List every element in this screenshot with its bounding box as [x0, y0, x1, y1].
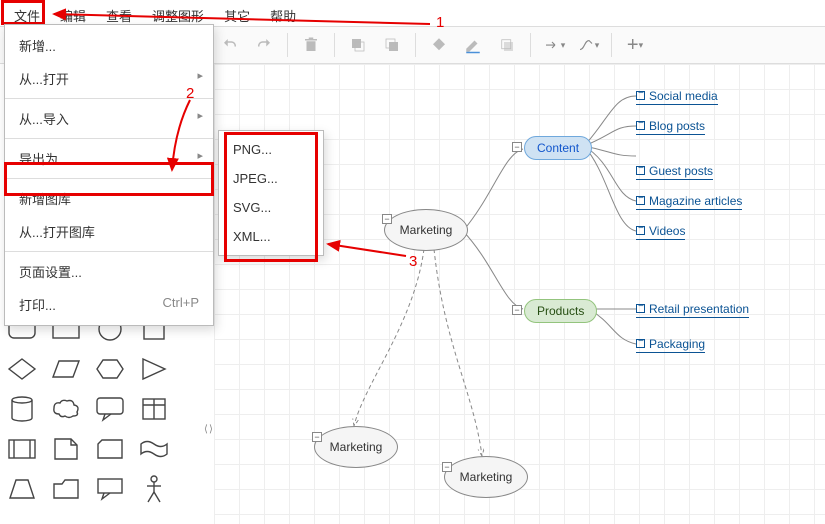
tofront-icon[interactable]: [344, 31, 372, 59]
collapse-icon[interactable]: −: [512, 142, 522, 152]
collapse-icon[interactable]: −: [312, 432, 322, 442]
menu-other[interactable]: 其它: [218, 4, 256, 22]
shape-diamond[interactable]: [3, 352, 41, 386]
shapes-panel: [3, 312, 183, 512]
shape-table[interactable]: [135, 392, 173, 426]
export-xml[interactable]: XML...: [219, 222, 323, 251]
pencil-icon[interactable]: [459, 31, 487, 59]
export-jpeg[interactable]: JPEG...: [219, 164, 323, 193]
fill-icon[interactable]: [425, 31, 453, 59]
menu-print[interactable]: 打印...Ctrl+P: [5, 288, 213, 321]
collapse-icon[interactable]: −: [382, 214, 392, 224]
node-marketing-child1[interactable]: Marketing: [314, 426, 398, 468]
print-shortcut: Ctrl+P: [163, 295, 199, 310]
menu-open-library[interactable]: 从...打开图库: [5, 215, 213, 248]
export-png[interactable]: PNG...: [219, 135, 323, 164]
toback-icon[interactable]: [378, 31, 406, 59]
menu-file[interactable]: 文件: [8, 4, 46, 22]
node-products[interactable]: Products: [524, 299, 597, 323]
connector-icon[interactable]: ▾: [540, 31, 568, 59]
menu-adjust[interactable]: 调整图形: [146, 4, 210, 22]
leaf-retail-presentation[interactable]: Retail presentation: [636, 302, 749, 318]
menu-view[interactable]: 查看: [100, 4, 138, 22]
menu-page-setup[interactable]: 页面设置...: [5, 255, 213, 288]
shape-parallelogram[interactable]: [47, 352, 85, 386]
shape-speech[interactable]: [91, 472, 129, 506]
node-content[interactable]: Content: [524, 136, 592, 160]
waypoint-icon[interactable]: ▾: [574, 31, 602, 59]
export-submenu: PNG... JPEG... SVG... XML...: [218, 130, 324, 256]
node-marketing-child2[interactable]: Marketing: [444, 456, 528, 498]
shape-tape[interactable]: [135, 432, 173, 466]
shape-trapezoid[interactable]: [3, 472, 41, 506]
node-marketing-root[interactable]: Marketing: [384, 209, 468, 251]
menubar: 文件 编辑 查看 调整图形 其它 帮助: [4, 2, 306, 24]
collapse-icon[interactable]: −: [512, 305, 522, 315]
leaf-packaging[interactable]: Packaging: [636, 337, 705, 353]
shape-actor[interactable]: [135, 472, 173, 506]
file-menu-dropdown: 新增... 从...打开 从...导入 导出为 新增图库 从...打开图库 页面…: [4, 24, 214, 326]
menu-new-library[interactable]: 新增图库: [5, 182, 213, 215]
shape-note[interactable]: [47, 432, 85, 466]
shape-folder[interactable]: [47, 472, 85, 506]
menu-export-as[interactable]: 导出为: [5, 142, 213, 175]
redo-icon[interactable]: [250, 31, 278, 59]
shape-hexagon[interactable]: [91, 352, 129, 386]
panel-splitter[interactable]: [205, 420, 213, 444]
shadow-icon[interactable]: [493, 31, 521, 59]
leaf-guest-posts[interactable]: Guest posts: [636, 164, 713, 180]
menu-help[interactable]: 帮助: [264, 4, 302, 22]
menu-import-from[interactable]: 从...导入: [5, 102, 213, 135]
collapse-icon[interactable]: −: [442, 462, 452, 472]
menu-open-from[interactable]: 从...打开: [5, 62, 213, 95]
menu-edit[interactable]: 编辑: [54, 4, 92, 22]
shape-process[interactable]: [3, 432, 41, 466]
menu-new[interactable]: 新增...: [5, 29, 213, 62]
add-icon[interactable]: +▾: [621, 31, 649, 59]
undo-icon[interactable]: [216, 31, 244, 59]
shape-cloud[interactable]: [47, 392, 85, 426]
delete-icon[interactable]: [297, 31, 325, 59]
shape-callout[interactable]: [91, 392, 129, 426]
leaf-videos[interactable]: Videos: [636, 224, 685, 240]
shape-card[interactable]: [91, 432, 129, 466]
leaf-magazine-articles[interactable]: Magazine articles: [636, 194, 742, 210]
export-svg[interactable]: SVG...: [219, 193, 323, 222]
leaf-blog-posts[interactable]: Blog posts: [636, 119, 705, 135]
shape-cylinder[interactable]: [3, 392, 41, 426]
leaf-social-media[interactable]: Social media: [636, 89, 718, 105]
shape-triangle[interactable]: [135, 352, 173, 386]
